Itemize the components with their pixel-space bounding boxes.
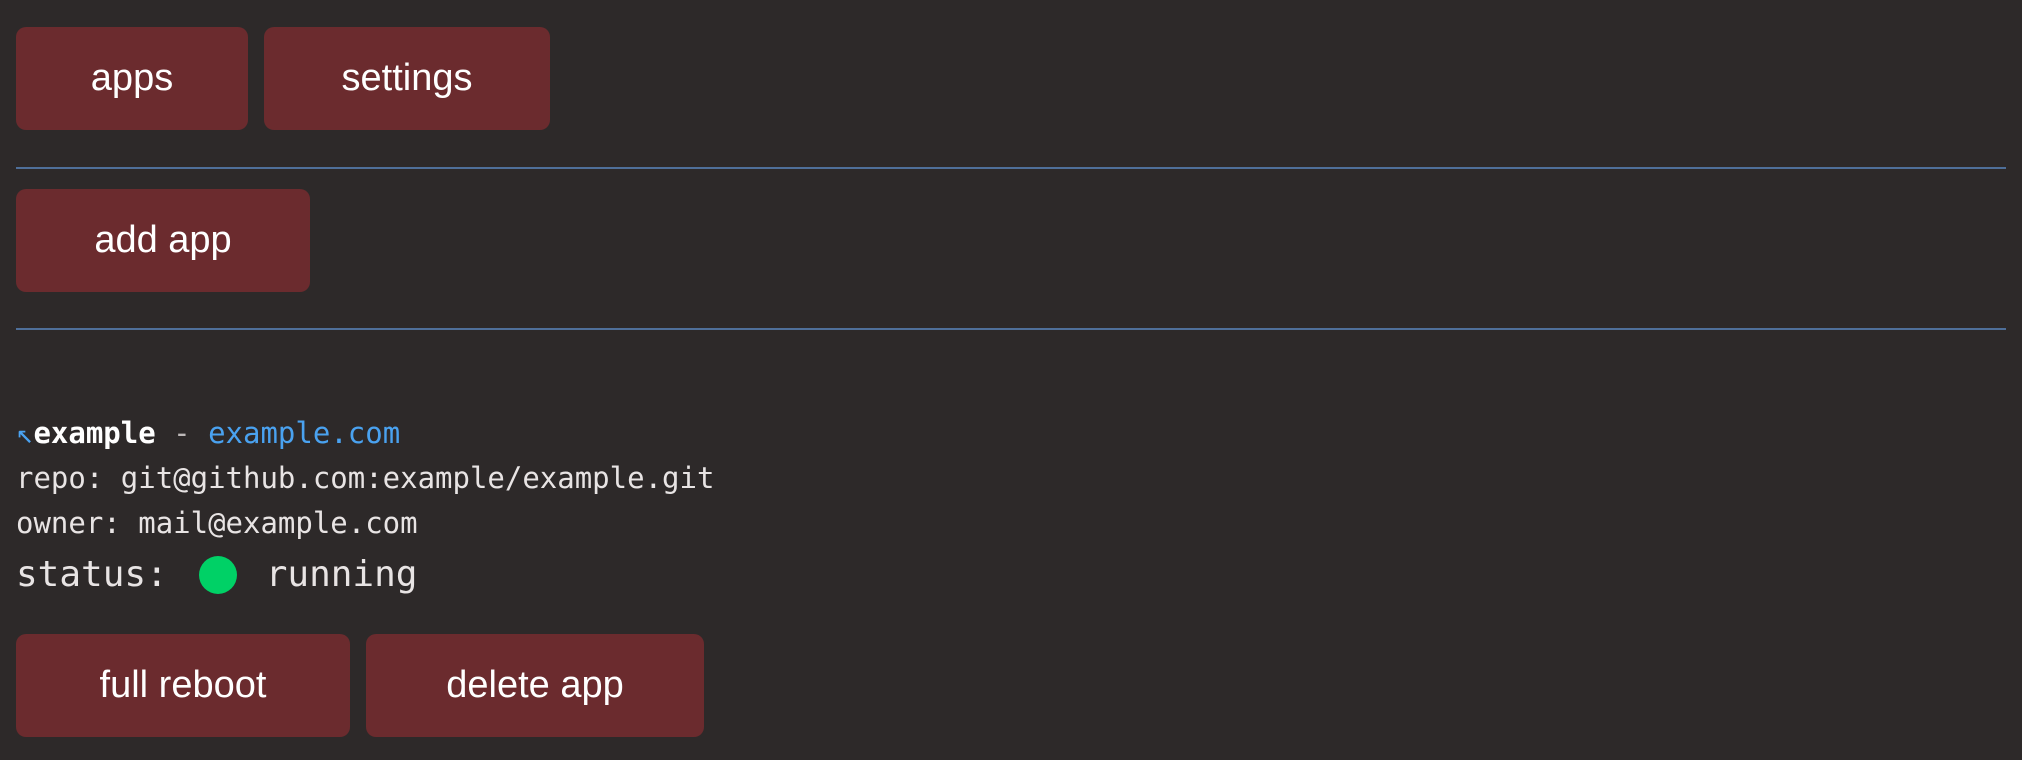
status-value: running [265,554,418,595]
full-reboot-button[interactable]: full reboot [16,634,350,737]
add-app-button[interactable]: add app [16,189,310,292]
separator: - [173,416,191,450]
owner-label: owner: [16,506,121,540]
repo-value: git@github.com:example/example.git [120,461,715,495]
page: apps settings add app ↖example - example… [0,27,2022,760]
repo-line: repo: git@github.com:example/example.git [16,456,2006,501]
repo-label: repo: [16,461,104,495]
arrow-up-left-icon[interactable]: ↖ [16,416,33,450]
app-actions: full reboot delete app [16,634,2006,737]
owner-line: owner: mail@example.com [16,501,2006,546]
owner-value: mail@example.com [138,506,418,540]
app-header: ↖example - example.com [16,411,2006,456]
apps-button[interactable]: apps [16,27,248,130]
app-name: example [33,416,156,450]
delete-app-button[interactable]: delete app [366,634,704,737]
divider [16,328,2006,330]
app-url-link[interactable]: example.com [208,416,400,450]
status-line: status: running [16,546,2006,604]
settings-button[interactable]: settings [264,27,550,130]
app-card: ↖example - example.com repo: git@github.… [16,411,2006,737]
divider [16,167,2006,169]
toolbar: add app [16,189,2006,292]
top-nav: apps settings [16,27,2006,130]
status-label: status: [16,554,168,595]
status-indicator-icon [198,556,237,594]
